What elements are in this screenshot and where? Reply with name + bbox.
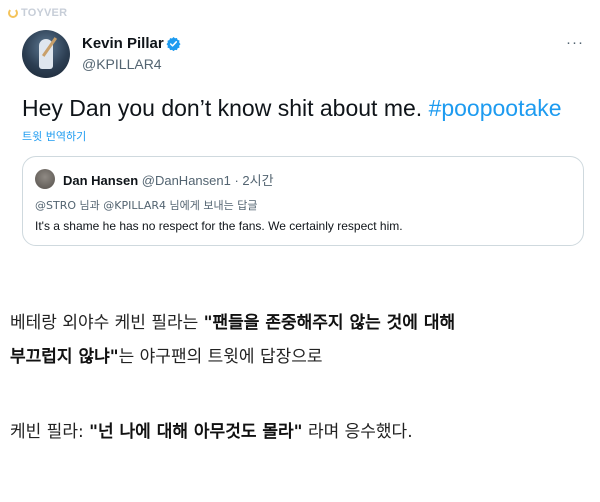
- quoted-reply-context: @STRO 님과 @KPILLAR4 님에게 보내는 답글: [35, 199, 258, 212]
- article-line-1-quote: "팬들을 존중해주지 않는 것에 대해: [203, 313, 456, 333]
- author-handle[interactable]: @KPILLAR4: [82, 56, 162, 72]
- article-line-3: 케빈 필라: "넌 나에 대해 아무것도 몰라" 라며 응수했다.: [10, 417, 413, 447]
- quoted-author-avatar[interactable]: [35, 169, 55, 189]
- article-line-2: 부끄럽지 않냐"는 야구팬의 트윗에 답장으로: [10, 342, 323, 372]
- article-line-1: 베테랑 외야수 케빈 필라는 "팬들을 존중해주지 않는 것에 대해: [10, 308, 455, 338]
- article-line-3-prefix: 케빈 필라:: [10, 422, 90, 442]
- article-line-2-quote: 부끄럽지 않냐": [10, 347, 119, 367]
- article-line-3-quote: "넌 나에 대해 아무것도 몰라": [89, 422, 303, 442]
- tweet-text: Hey Dan you don’t know shit about me. #p…: [22, 95, 562, 122]
- tweet-card: Kevin Pillar @KPILLAR4 ··· Hey Dan you d…: [0, 0, 600, 262]
- author-avatar[interactable]: [22, 30, 70, 78]
- article-body: 베테랑 외야수 케빈 필라는 "팬들을 존중해주지 않는 것에 대해 부끄럽지 …: [0, 262, 600, 502]
- hashtag-link[interactable]: #poopootake: [429, 95, 562, 121]
- quoted-author-handle[interactable]: @DanHansen1: [142, 173, 231, 188]
- translate-tweet-link[interactable]: 트윗 번역하기: [22, 128, 86, 144]
- article-line-2-suffix: 는 야구팬의 트윗에 답장으로: [118, 347, 323, 367]
- quoted-tweet-text: It's a shame he has no respect for the f…: [35, 219, 403, 233]
- verified-badge-icon: [166, 36, 181, 51]
- author-name[interactable]: Kevin Pillar: [82, 35, 164, 52]
- article-line-3-suffix: 라며 응수했다.: [302, 422, 413, 442]
- tweet-body: Hey Dan you don’t know shit about me.: [22, 95, 423, 121]
- quoted-tweet-time: · 2시간: [234, 173, 274, 188]
- quoted-tweet-card[interactable]: Dan Hansen @DanHansen1 · 2시간 @STRO 님과 @K…: [22, 156, 584, 246]
- quoted-tweet-header: Dan Hansen @DanHansen1 · 2시간: [63, 170, 274, 189]
- more-options-icon[interactable]: ···: [566, 34, 584, 51]
- article-line-1-prefix: 베테랑 외야수 케빈 필라는: [10, 313, 204, 333]
- quoted-author-name[interactable]: Dan Hansen: [63, 173, 138, 188]
